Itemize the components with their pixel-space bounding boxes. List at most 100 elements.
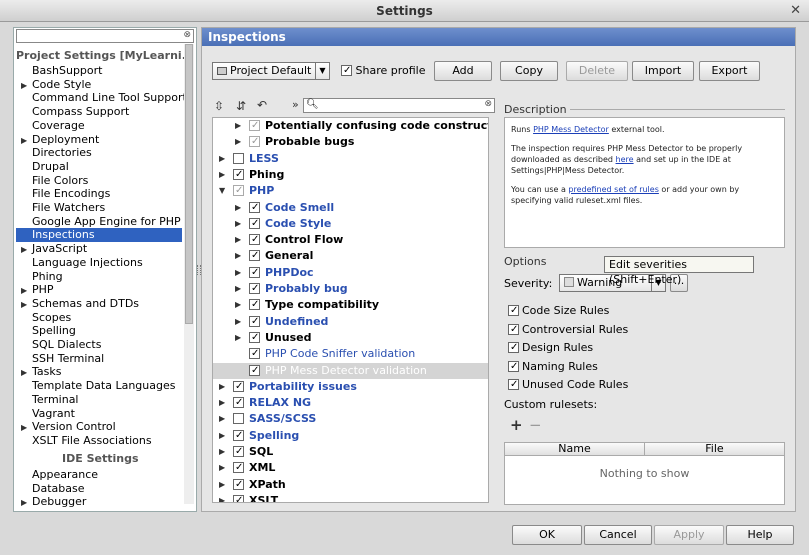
reset-icon[interactable]: ↶	[257, 98, 267, 112]
expand-arrow-icon[interactable]: ▶	[219, 444, 225, 460]
tree-row[interactable]: PHP Mess Detector validation	[213, 362, 488, 379]
sidebar-item[interactable]: SQL Dialects	[16, 338, 182, 352]
expand-arrow-icon[interactable]: ▶	[219, 460, 225, 476]
expand-arrow-icon[interactable]: ▶	[219, 493, 225, 502]
settings-search-input[interactable]: ⊗	[16, 29, 194, 43]
checkbox-icon[interactable]	[508, 360, 519, 372]
sidebar-item[interactable]: Directories	[16, 146, 182, 160]
expand-arrow-icon[interactable]: ▶	[219, 411, 225, 427]
delete-button[interactable]: Delete	[566, 61, 628, 81]
ok-button[interactable]: OK	[512, 525, 582, 545]
tree-row[interactable]: ▶ Undefined	[213, 314, 488, 330]
sidebar-item[interactable]: ▶ Schemas and DTDs	[16, 297, 182, 311]
inspection-search-input[interactable]: 🔍︎ ⊗	[303, 98, 495, 113]
checkbox-icon[interactable]	[233, 413, 244, 425]
tree-row[interactable]: ▶ RELAX NG	[213, 395, 488, 411]
expand-all-icon[interactable]: ⇳	[214, 99, 224, 113]
expand-arrow-icon[interactable]: ▶	[235, 134, 241, 150]
tree-row[interactable]: ▶ Control Flow	[213, 232, 488, 248]
checkbox-icon[interactable]	[249, 201, 260, 213]
sidebar-item[interactable]: Vagrant	[16, 407, 182, 421]
tree-row[interactable]: ▶ LESS	[213, 151, 488, 167]
checkbox-icon[interactable]	[249, 120, 260, 131]
checkbox-icon[interactable]	[233, 397, 244, 409]
sidebar-item[interactable]: Terminal	[16, 393, 182, 407]
sidebar-item[interactable]: Google App Engine for PHP	[16, 215, 182, 229]
rule-checkbox[interactable]: Unused Code Rules	[508, 378, 628, 391]
sidebar-item[interactable]: Inspections	[16, 228, 182, 243]
add-button[interactable]: Add	[434, 61, 492, 81]
tree-row[interactable]: ▶ PHPDoc	[213, 265, 488, 281]
expand-arrow-icon[interactable]: ▶	[235, 118, 241, 134]
expand-arrow-icon[interactable]: ▶	[219, 151, 225, 167]
tree-row[interactable]: ▶ SASS/SCSS	[213, 411, 488, 427]
tree-row[interactable]: ▶ XPath	[213, 477, 488, 493]
checkbox-icon[interactable]	[249, 217, 260, 229]
checkbox-icon[interactable]	[249, 234, 260, 246]
apply-button[interactable]: Apply	[654, 525, 724, 545]
checkbox-icon[interactable]	[233, 185, 244, 197]
checkbox-icon[interactable]	[249, 299, 260, 311]
scrollbar-thumb[interactable]	[185, 44, 193, 324]
sidebar-item[interactable]: Coverage	[16, 119, 182, 133]
share-profile-checkbox[interactable]: Share profile	[341, 64, 426, 77]
checkbox-icon[interactable]	[233, 478, 244, 490]
expand-arrow-icon[interactable]: ▼	[219, 183, 225, 199]
checkbox-icon[interactable]	[249, 315, 260, 327]
expand-arrow-icon[interactable]: ▶	[235, 200, 241, 216]
sidebar-item[interactable]: Template Data Languages	[16, 379, 182, 393]
expand-arrow-icon[interactable]: ▶	[219, 379, 225, 395]
checkbox-icon[interactable]	[341, 65, 352, 76]
sidebar-item[interactable]: Command Line Tool Support	[16, 91, 187, 105]
cancel-button[interactable]: Cancel	[584, 525, 652, 545]
checkbox-icon[interactable]	[249, 348, 260, 360]
copy-button[interactable]: Copy	[500, 61, 558, 81]
rule-checkbox[interactable]: Naming Rules	[508, 360, 598, 373]
checkbox-icon[interactable]	[508, 305, 519, 316]
tree-row[interactable]: ▶ Unused	[213, 330, 488, 346]
help-button[interactable]: Help	[726, 525, 794, 545]
checkbox-icon[interactable]	[249, 250, 260, 262]
checkbox-icon[interactable]	[233, 494, 244, 502]
expand-arrow-icon[interactable]: ▶	[235, 314, 241, 330]
sidebar-item[interactable]: Spelling	[16, 324, 182, 338]
sidebar-item[interactable]: ▶ JavaScript	[16, 242, 182, 256]
collapse-all-icon[interactable]: ⇵	[236, 99, 246, 113]
tree-row[interactable]: ▶ Spelling	[213, 428, 488, 444]
checkbox-icon[interactable]	[508, 323, 519, 335]
tree-row[interactable]: ▶ Probably bug	[213, 281, 488, 297]
expand-arrow-icon[interactable]: ▶	[235, 232, 241, 248]
checkbox-icon[interactable]	[508, 342, 519, 354]
sidebar-item[interactable]: XSLT File Associations	[16, 434, 182, 448]
tree-row[interactable]: ▶ XML	[213, 460, 488, 476]
mess-detector-link[interactable]: PHP Mess Detector	[533, 125, 609, 134]
add-ruleset-icon[interactable]: +	[510, 416, 523, 434]
sidebar-item[interactable]: Database	[16, 482, 182, 496]
tree-row[interactable]: ▶ SQL	[213, 444, 488, 460]
tree-row[interactable]: PHP Code Sniffer validation	[213, 346, 488, 362]
checkbox-icon[interactable]	[233, 380, 244, 392]
expand-arrow-icon[interactable]: ▶	[235, 330, 241, 346]
sidebar-item[interactable]: ▶ PHP	[16, 283, 182, 297]
expand-arrow-icon[interactable]: ▶	[235, 297, 241, 313]
checkbox-icon[interactable]	[508, 379, 519, 391]
checkbox-icon[interactable]	[249, 136, 260, 148]
remove-ruleset-icon[interactable]: −	[529, 416, 542, 434]
column-header-file[interactable]: File	[645, 443, 784, 456]
sidebar-item[interactable]: Language Injections	[16, 256, 182, 270]
sidebar-item[interactable]: File Watchers	[16, 201, 182, 215]
import-button[interactable]: Import	[632, 61, 694, 81]
rule-checkbox[interactable]: Code Size Rules	[508, 304, 609, 317]
sidebar-item[interactable]: BashSupport	[16, 64, 182, 78]
here-link[interactable]: here	[616, 155, 634, 164]
profile-select[interactable]: Project Default ▼	[212, 62, 330, 80]
sidebar-item[interactable]: Drupal	[16, 160, 182, 174]
sidebar-item[interactable]: ▶ Code Style	[16, 78, 182, 92]
left-scrollbar[interactable]	[184, 44, 194, 504]
sidebar-item[interactable]: ▶ Tasks	[16, 365, 182, 379]
tree-row[interactable]: ▶ Portability issues	[213, 379, 488, 395]
rule-checkbox[interactable]: Controversial Rules	[508, 323, 628, 336]
checkbox-icon[interactable]	[249, 266, 260, 278]
expand-arrow-icon[interactable]: ▶	[235, 248, 241, 264]
checkbox-icon[interactable]	[233, 446, 244, 457]
